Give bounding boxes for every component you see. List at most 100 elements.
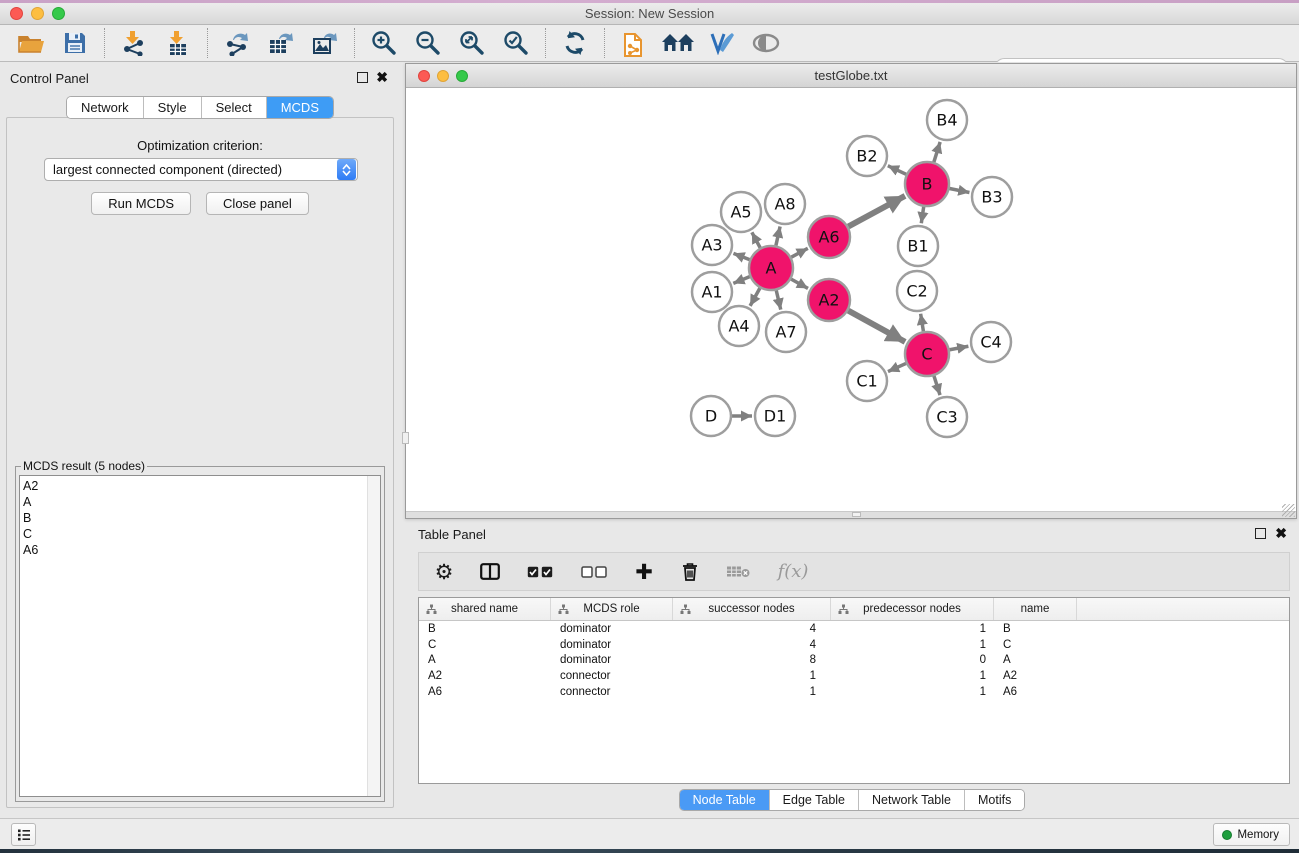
graph-node-B1[interactable]: B1 — [898, 226, 938, 266]
zoom-selected-icon[interactable] — [499, 28, 533, 58]
function-builder-icon[interactable]: f(x) — [775, 560, 811, 584]
table-row[interactable]: Bdominator41B — [419, 621, 1289, 637]
column-header-successor-nodes[interactable]: successor nodes — [673, 598, 831, 620]
graph-node-A1[interactable]: A1 — [692, 272, 732, 312]
graph-node-A7[interactable]: A7 — [766, 312, 806, 352]
memory-button[interactable]: Memory — [1213, 823, 1290, 846]
result-item-a[interactable]: A — [23, 494, 380, 510]
table-settings-icon[interactable]: ⚙ — [433, 560, 455, 584]
graph-node-A3[interactable]: A3 — [692, 225, 732, 265]
table-row[interactable]: A6connector11A6 — [419, 684, 1289, 700]
column-header-name[interactable]: name — [994, 598, 1077, 620]
graph-edge-C-C4[interactable] — [950, 346, 969, 350]
graph-edge-A2-C[interactable] — [848, 311, 905, 342]
divider-grip[interactable] — [852, 512, 861, 517]
network-minimize-button[interactable] — [437, 70, 449, 82]
tab-mcds[interactable]: MCDS — [267, 97, 333, 118]
result-item-a6[interactable]: A6 — [23, 542, 380, 558]
import-network-icon[interactable] — [117, 28, 151, 58]
graph-node-A4[interactable]: A4 — [719, 306, 759, 346]
zoom-out-icon[interactable] — [411, 28, 445, 58]
table-row[interactable]: A2connector11A2 — [419, 668, 1289, 684]
eye-icon[interactable] — [749, 28, 783, 58]
deselect-all-icon[interactable] — [579, 560, 609, 584]
delete-table-icon[interactable] — [725, 560, 751, 584]
float-panel-icon[interactable] — [357, 72, 368, 83]
graph-node-C1[interactable]: C1 — [847, 361, 887, 401]
column-header-MCDS-role[interactable]: MCDS role — [551, 598, 673, 620]
graph-node-C4[interactable]: C4 — [971, 322, 1011, 362]
select-all-icon[interactable] — [525, 560, 555, 584]
save-session-icon[interactable] — [58, 28, 92, 58]
graph-node-B[interactable]: B — [905, 162, 949, 206]
graph-edge-C-C3[interactable] — [934, 376, 940, 395]
graph-edge-B-B1[interactable] — [921, 207, 923, 223]
close-panel-icon[interactable]: ✖ — [376, 72, 388, 83]
graph-edge-C-C2[interactable] — [921, 314, 924, 332]
visual-style-icon[interactable] — [705, 28, 739, 58]
close-panel-button[interactable]: Close panel — [206, 192, 309, 215]
graph-edge-B-B2[interactable] — [888, 166, 906, 175]
task-history-button[interactable] — [11, 823, 36, 846]
tab-style[interactable]: Style — [144, 97, 202, 118]
result-item-b[interactable]: B — [23, 510, 380, 526]
graph-node-C[interactable]: C — [905, 332, 949, 376]
export-network-icon[interactable] — [220, 28, 254, 58]
left-divider-grip[interactable] — [402, 432, 409, 444]
graph-node-C2[interactable]: C2 — [897, 271, 937, 311]
network-canvas[interactable]: AA1A2A3A4A5A6A7A8BB1B2B3B4CC1C2C3C4DD1 — [406, 88, 1296, 511]
export-table-icon[interactable] — [264, 28, 298, 58]
graph-edge-A6-B[interactable] — [848, 196, 905, 227]
graph-node-A2[interactable]: A2 — [808, 279, 850, 321]
tab-select[interactable]: Select — [202, 97, 267, 118]
zoom-in-icon[interactable] — [367, 28, 401, 58]
network-close-button[interactable] — [418, 70, 430, 82]
network-from-document-icon[interactable] — [617, 28, 651, 58]
graph-node-A[interactable]: A — [749, 246, 793, 290]
tab-network[interactable]: Network — [67, 97, 144, 118]
resize-grip-icon[interactable] — [1282, 504, 1295, 517]
graph-node-D[interactable]: D — [691, 396, 731, 436]
graph-edge-B-B3[interactable] — [950, 189, 970, 193]
column-header-predecessor-nodes[interactable]: predecessor nodes — [831, 598, 994, 620]
graph-edge-A-A5[interactable] — [752, 232, 760, 247]
minimize-window-button[interactable] — [31, 7, 44, 20]
result-item-c[interactable]: C — [23, 526, 380, 542]
tab-network-table[interactable]: Network Table — [859, 790, 965, 810]
tab-edge-table[interactable]: Edge Table — [770, 790, 859, 810]
graph-node-A6[interactable]: A6 — [808, 216, 850, 258]
graph-node-A8[interactable]: A8 — [765, 184, 805, 224]
graph-node-C3[interactable]: C3 — [927, 397, 967, 437]
result-item-a2[interactable]: A2 — [23, 478, 380, 494]
graph-node-A5[interactable]: A5 — [721, 192, 761, 232]
delete-column-icon[interactable] — [679, 560, 701, 584]
graph-edge-A-A8[interactable] — [776, 226, 780, 245]
tab-node-table[interactable]: Node Table — [680, 790, 770, 810]
graph-edge-A-A4[interactable] — [750, 288, 760, 306]
graph-node-B4[interactable]: B4 — [927, 100, 967, 140]
graph-edge-A-A3[interactable] — [733, 253, 749, 259]
graph-edge-C-C1[interactable] — [888, 363, 906, 371]
import-table-icon[interactable] — [161, 28, 195, 58]
add-column-icon[interactable]: ✚ — [633, 560, 655, 584]
refresh-icon[interactable] — [558, 28, 592, 58]
graph-edge-A-A1[interactable] — [733, 277, 749, 284]
result-list-scrollbar[interactable] — [367, 476, 380, 796]
graph-node-B3[interactable]: B3 — [972, 177, 1012, 217]
graph-edge-A-A2[interactable] — [791, 279, 808, 288]
table-row[interactable]: Adominator80A — [419, 653, 1289, 669]
run-mcds-button[interactable]: Run MCDS — [91, 192, 191, 215]
split-view-icon[interactable] — [479, 560, 501, 584]
zoom-window-button[interactable] — [52, 7, 65, 20]
graph-edge-A-A7[interactable] — [776, 290, 781, 309]
tab-motifs[interactable]: Motifs — [965, 790, 1024, 810]
criterion-dropdown[interactable]: largest connected component (directed) — [44, 158, 358, 181]
close-table-panel-icon[interactable]: ✖ — [1275, 528, 1287, 539]
column-header-shared-name[interactable]: shared name — [419, 598, 551, 620]
home-icon[interactable] — [661, 28, 695, 58]
table-row[interactable]: Cdominator41C — [419, 637, 1289, 653]
graph-node-B2[interactable]: B2 — [847, 136, 887, 176]
export-image-icon[interactable] — [308, 28, 342, 58]
network-zoom-button[interactable] — [456, 70, 468, 82]
graph-edge-A-A6[interactable] — [791, 248, 808, 257]
